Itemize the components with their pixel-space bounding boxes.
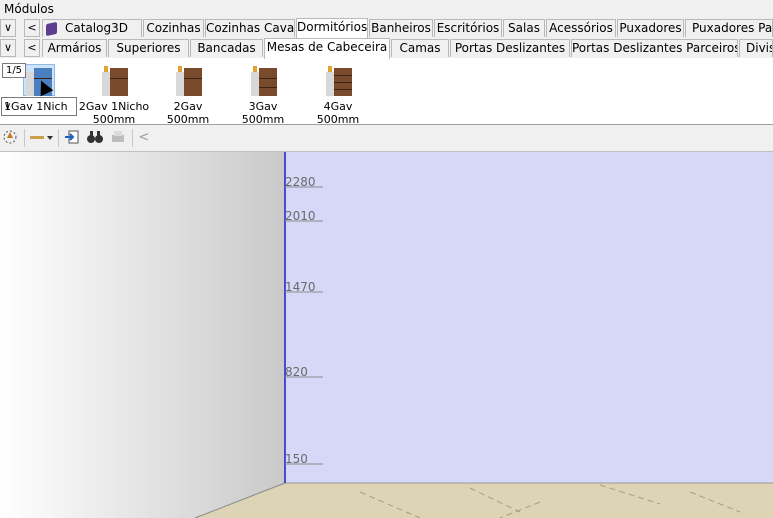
chevron-left-icon[interactable]: <	[24, 39, 40, 57]
3d-viewport[interactable]: 2280 2010 1470 820 150	[0, 152, 773, 518]
tab-label: Acessórios	[549, 21, 613, 35]
tab-label: Portas Deslizantes Parceiros	[572, 41, 738, 55]
nightstand-icon	[176, 66, 202, 96]
window-titlebar: Módulos	[0, 0, 773, 18]
module-label: 2Gav 500mm	[166, 100, 210, 126]
scene-drawing	[0, 152, 773, 518]
window-title: Módulos	[4, 2, 54, 16]
nightstand-icon	[251, 66, 277, 96]
module-label: 3Gav 500mm	[241, 100, 285, 126]
nightstand-icon	[326, 66, 352, 96]
dimension-label: 1470	[285, 280, 316, 294]
tab-label: Catalog3D	[65, 21, 128, 35]
tab-escritorios[interactable]: Escritórios	[434, 19, 502, 37]
subcategory-tab-row: ∨ < Armários Superiores Bancadas Mesas d…	[0, 38, 773, 59]
category-tab-row: ∨ < Catalog3D Cozinhas Cozinhas Cava Dor…	[0, 18, 773, 39]
measure-icon[interactable]	[28, 128, 54, 148]
tab-portas-deslizantes-parceiros[interactable]: Portas Deslizantes Parceiros	[571, 39, 738, 57]
module-label: 4Gav 500mm	[316, 100, 360, 126]
tab-label: Puxadores	[619, 21, 682, 35]
tab-dormitorios[interactable]: Dormitórios	[296, 18, 368, 39]
tab-salas[interactable]: Salas	[503, 19, 545, 37]
binoculars-icon[interactable]	[85, 128, 105, 148]
tab-divisorias[interactable]: Divis	[739, 39, 773, 57]
tab-label: Cozinhas Cava	[206, 21, 295, 35]
tab-portas-deslizantes[interactable]: Portas Deslizantes	[450, 39, 570, 57]
tab-label: Cozinhas	[146, 21, 201, 35]
module-4gav-500mm[interactable]: 4Gav 500mm	[302, 62, 374, 126]
chevron-down-icon[interactable]: ∨	[0, 19, 16, 37]
nightstand-icon	[102, 66, 128, 96]
tab-label: Dormitórios	[297, 20, 368, 34]
orbit-icon[interactable]	[0, 128, 20, 148]
viewport-toolbar: <	[0, 125, 773, 152]
page-indicator[interactable]: 1/5	[2, 63, 26, 78]
module-select[interactable]: 1Gav 1Nich ∨	[1, 97, 77, 116]
tab-label: Bancadas	[197, 41, 256, 55]
dimension-label: 2280	[285, 175, 316, 189]
side-wall	[0, 152, 285, 518]
tab-cozinhas[interactable]: Cozinhas	[143, 19, 204, 37]
print-icon[interactable]	[108, 128, 128, 148]
tab-label: Mesas de Cabeceira	[266, 40, 388, 54]
catalog3d-logo-icon	[46, 21, 57, 37]
tab-label: Puxadores Parce	[692, 21, 773, 35]
dimension-label: 820	[285, 365, 308, 379]
module-label-line1: 2Gav 1Nicho	[78, 100, 150, 113]
tab-bancadas[interactable]: Bancadas	[190, 39, 263, 57]
module-3gav-500mm[interactable]: 3Gav 500mm	[227, 62, 299, 126]
tab-camas[interactable]: Camas	[391, 39, 449, 57]
tab-superiores[interactable]: Superiores	[108, 39, 189, 57]
floor	[195, 483, 773, 518]
dimension-label: 150	[285, 452, 308, 466]
module-label: 2Gav 1Nicho 500mm	[78, 100, 150, 126]
tab-label: Banheiros	[371, 21, 431, 35]
module-2gav-500mm[interactable]: 2Gav 500mm	[152, 62, 224, 126]
dimension-label: 2010	[285, 209, 316, 223]
tab-label: Camas	[399, 41, 441, 55]
chevron-down-icon[interactable]: ∨	[0, 39, 16, 57]
tab-label: Superiores	[116, 41, 181, 55]
chevron-down-icon: ∨	[4, 101, 12, 112]
chevron-left-icon[interactable]: <	[24, 19, 40, 37]
tab-catalog3d[interactable]: Catalog3D	[42, 19, 142, 37]
tab-armarios[interactable]: Armários	[42, 39, 107, 57]
tab-banheiros[interactable]: Banheiros	[369, 19, 433, 37]
tab-label: Armários	[47, 41, 102, 55]
chevron-left-icon[interactable]: <	[134, 128, 154, 148]
tab-label: Portas Deslizantes	[454, 41, 566, 55]
tab-cozinhas-cava[interactable]: Cozinhas Cava	[205, 19, 295, 37]
back-wall	[285, 152, 773, 483]
tab-puxadores-parceiros[interactable]: Puxadores Parce	[685, 19, 773, 37]
tab-label: Escritórios	[436, 21, 500, 35]
tab-label: Salas	[508, 21, 540, 35]
tab-label: Divis	[746, 41, 773, 55]
tab-mesas-de-cabeceira[interactable]: Mesas de Cabeceira	[264, 38, 390, 59]
import-icon[interactable]	[62, 128, 82, 148]
tab-puxadores[interactable]: Puxadores	[617, 19, 684, 37]
tab-acessorios[interactable]: Acessórios	[546, 19, 616, 37]
module-2gav-1nicho-500mm[interactable]: 2Gav 1Nicho 500mm	[78, 62, 150, 126]
